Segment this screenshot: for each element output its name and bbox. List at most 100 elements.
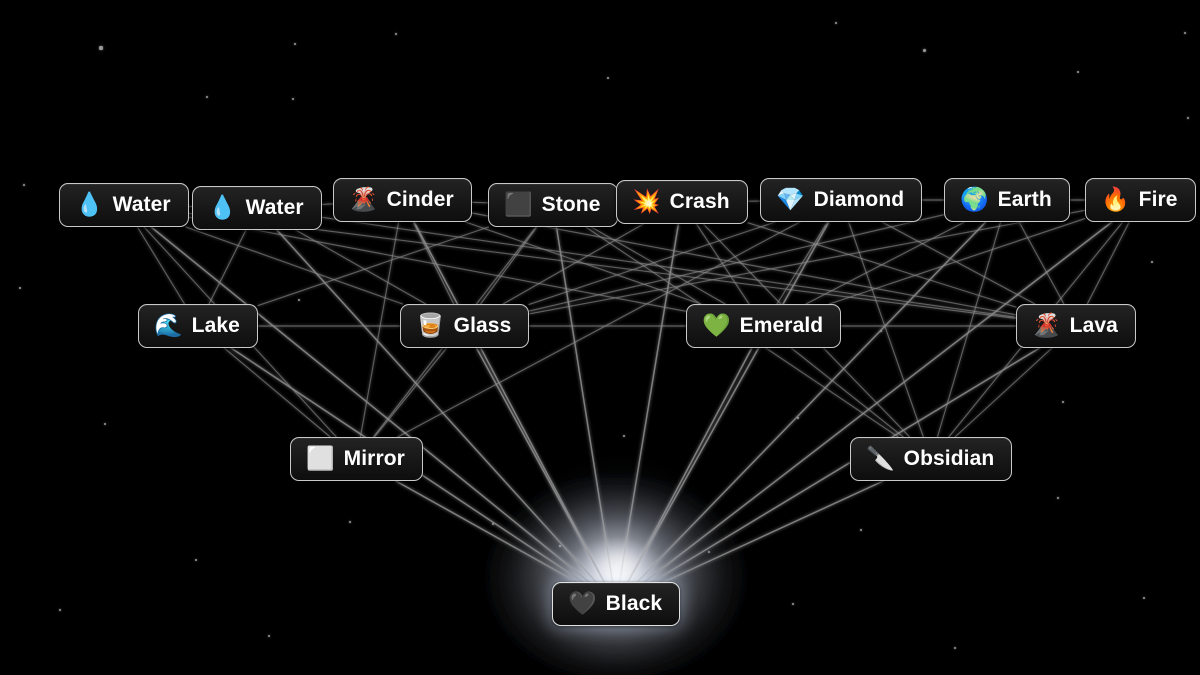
edge-fire-to-black <box>643 221 1113 583</box>
star-dot <box>879 329 883 333</box>
star-dot <box>558 544 562 548</box>
edge-water-2-to-cinder <box>321 203 334 206</box>
craft-node-label: Cinder <box>386 188 454 211</box>
flame-icon: 🔥 <box>1101 186 1130 212</box>
craft-node-label: Obsidian <box>903 447 995 470</box>
mirror-icon: ⬜ <box>306 445 335 471</box>
craft-node-water-1[interactable]: 💧 Water <box>59 183 189 227</box>
star-dot <box>1076 70 1080 74</box>
star-dot <box>491 522 495 526</box>
craft-node-label: Stone <box>541 193 601 216</box>
edge-emerald-to-obsidian <box>790 347 904 438</box>
star-dot <box>707 550 711 554</box>
edge-cinder-to-black <box>413 221 606 583</box>
green-heart-icon: 💚 <box>702 312 731 338</box>
star-dot <box>267 634 271 638</box>
star-dot <box>606 76 610 80</box>
edge-earth-to-obsidian <box>936 221 1002 438</box>
volcano-icon: 🌋 <box>1032 312 1061 338</box>
star-dot <box>394 32 398 36</box>
edge-emerald-to-black <box>626 347 753 583</box>
craft-node-black[interactable]: 🖤 Black <box>552 582 681 626</box>
craft-node-label: Lava <box>1069 314 1118 337</box>
edge-cinder-to-stone <box>471 201 489 204</box>
edge-crash-to-black <box>618 223 680 583</box>
craft-node-label: Crash <box>669 190 730 213</box>
convergence-glow <box>509 452 729 672</box>
edge-crash-to-emerald <box>695 223 750 305</box>
black-heart-icon: 🖤 <box>568 590 597 616</box>
star-dot <box>99 46 103 50</box>
edge-earth-to-lava <box>1018 221 1065 305</box>
edge-cinder-to-emerald <box>464 221 702 305</box>
edge-water-2-to-glass <box>295 229 427 305</box>
edge-glass-to-black <box>475 347 605 583</box>
edge-mirror-to-black <box>395 480 578 583</box>
star-dot <box>103 422 107 426</box>
star-dot <box>953 646 957 650</box>
star-dot <box>1186 116 1190 120</box>
star-dot <box>796 416 800 420</box>
volcano-icon: 🌋 <box>349 186 378 212</box>
star-dot <box>205 95 209 99</box>
craft-node-label: Lake <box>191 314 240 337</box>
edge-water-2-to-black <box>276 229 597 583</box>
star-dot <box>291 97 295 101</box>
star-dot <box>297 298 301 302</box>
droplet-icon: 💧 <box>208 194 237 220</box>
edge-obsidian-to-black <box>663 480 884 583</box>
star-dot <box>834 21 838 25</box>
tumbler-glass-icon: 🥃 <box>416 312 445 338</box>
star-dot <box>622 434 626 438</box>
star-dot <box>1056 496 1060 500</box>
craft-node-obsidian[interactable]: 🔪 Obsidian <box>850 437 1013 481</box>
craft-node-earth[interactable]: 🌍 Earth <box>944 178 1070 222</box>
edge-water-1-to-black <box>150 226 590 583</box>
edge-fire-to-lava <box>1086 221 1130 305</box>
craft-node-label: Glass <box>453 314 512 337</box>
collision-icon: 💥 <box>632 188 661 214</box>
edge-cinder-to-glass <box>412 221 455 305</box>
craft-node-lava[interactable]: 🌋 Lava <box>1016 304 1136 348</box>
craft-node-label: Mirror <box>343 447 405 470</box>
gem-icon: 💎 <box>776 186 805 212</box>
star-dot <box>1183 31 1187 35</box>
edge-earth-to-emerald <box>805 221 966 305</box>
craft-node-crash[interactable]: 💥 Crash <box>616 180 748 224</box>
star-dot <box>293 42 297 46</box>
star-dot <box>791 602 795 606</box>
star-dot <box>1061 400 1065 404</box>
rock-icon: ⬛ <box>504 191 533 217</box>
craft-node-diamond[interactable]: 💎 Diamond <box>760 178 923 222</box>
craft-node-fire[interactable]: 🔥 Fire <box>1085 178 1196 222</box>
edge-lava-to-obsidian <box>954 347 1053 438</box>
edge-glass-to-mirror <box>373 347 448 438</box>
craft-node-label: Water <box>112 193 171 216</box>
edge-stone-to-glass <box>480 226 538 305</box>
edge-stone-to-emerald <box>590 226 726 305</box>
edge-water-1-to-glass <box>185 226 404 305</box>
star-dot <box>22 183 26 187</box>
craft-node-mirror[interactable]: ⬜ Mirror <box>290 437 423 481</box>
star-dot <box>1150 260 1154 264</box>
craft-node-stone[interactable]: ⬛ Stone <box>488 183 619 227</box>
edge-water-2-to-lava <box>321 216 1017 318</box>
edge-diamond-to-glass <box>528 221 776 305</box>
craft-node-label: Diamond <box>813 188 905 211</box>
edge-water-1-to-emerald <box>188 216 687 312</box>
star-dot <box>18 286 22 290</box>
wave-icon: 🌊 <box>154 312 183 338</box>
craft-node-water-2[interactable]: 💧 Water <box>192 186 322 230</box>
craft-node-emerald[interactable]: 💚 Emerald <box>686 304 842 348</box>
craft-node-cinder[interactable]: 🌋 Cinder <box>333 178 472 222</box>
crafting-graph-canvas[interactable]: 💧 Water 💧 Water 🌋 Cinder ⬛ Stone 💥 Crash 💎 Diamond 🌍… <box>0 0 1200 675</box>
craft-node-glass[interactable]: 🥃 Glass <box>400 304 530 348</box>
edge-water-2-to-lake <box>208 229 247 305</box>
star-dot <box>1142 596 1146 600</box>
edge-earth-to-black <box>636 221 987 583</box>
star-dot <box>859 528 863 532</box>
edge-crash-to-glass <box>502 223 644 305</box>
edge-cinder-to-lava <box>471 212 1017 316</box>
knife-icon: 🔪 <box>866 445 895 471</box>
craft-node-lake[interactable]: 🌊 Lake <box>138 304 258 348</box>
